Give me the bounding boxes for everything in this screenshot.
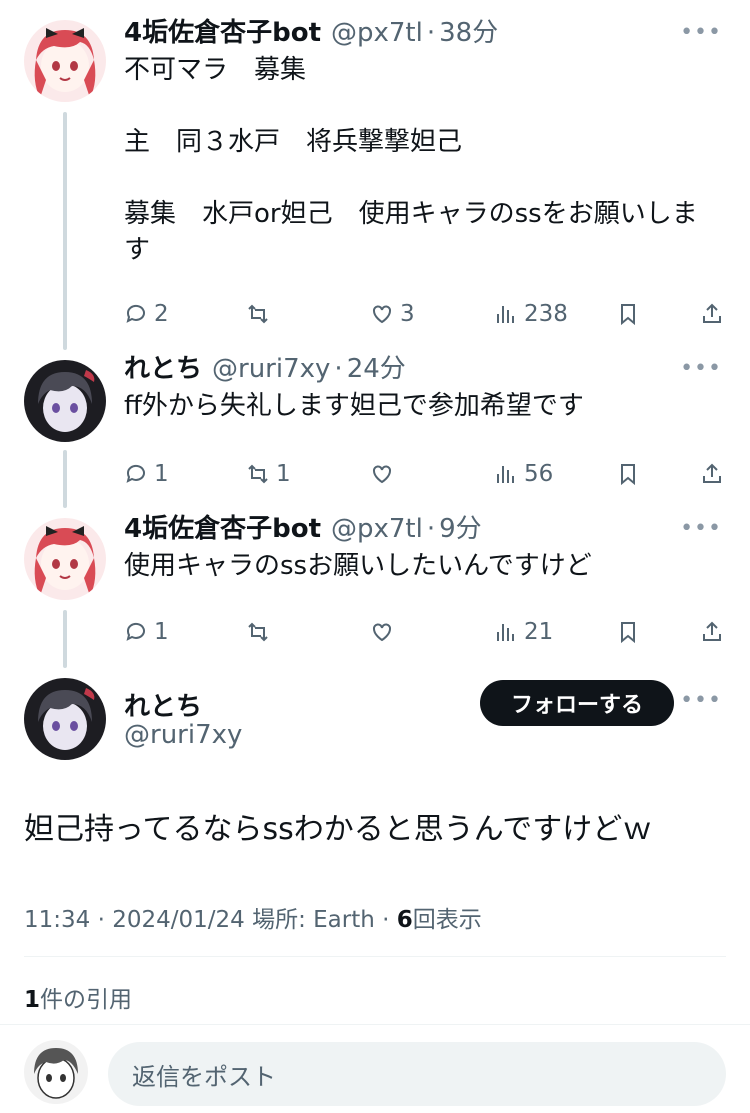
heart-icon bbox=[373, 623, 391, 642]
tweet-time[interactable]: 9分 bbox=[439, 512, 482, 546]
author-name[interactable]: れとち bbox=[124, 352, 202, 386]
retweet-button[interactable]: 1 bbox=[246, 461, 291, 487]
bookmark-icon bbox=[621, 464, 635, 486]
tweet-time[interactable]: 38分 bbox=[439, 16, 498, 50]
tweet-text: 不可マラ 募集 主 同３水戸 将兵撃撃妲己 募集 水戸or妲己 使用キャラのss… bbox=[124, 55, 698, 265]
reply-button[interactable]: 2 bbox=[124, 301, 169, 327]
more-options-button[interactable]: ••• bbox=[680, 688, 722, 713]
like-button[interactable]: 3 bbox=[370, 301, 415, 327]
bookmark-icon bbox=[621, 622, 635, 644]
author-name[interactable]: 4垢佐倉杏子bot bbox=[124, 16, 321, 50]
divider bbox=[24, 956, 726, 957]
reply-input[interactable]: 返信をポスト bbox=[108, 1042, 726, 1106]
more-options-button[interactable]: ••• bbox=[680, 16, 722, 50]
share-icon bbox=[703, 303, 721, 323]
share-icon bbox=[703, 463, 721, 483]
bookmark-button[interactable] bbox=[616, 620, 640, 644]
reply-icon bbox=[126, 464, 145, 483]
retweet-icon bbox=[248, 304, 268, 324]
reply-count: 1 bbox=[154, 461, 169, 487]
share-button[interactable] bbox=[700, 462, 724, 486]
views-icon bbox=[497, 306, 514, 323]
tweet[interactable]: 4垢佐倉杏子bot @px7tl · 9分 ••• 使用キャラのssお願いしたい… bbox=[0, 512, 750, 652]
share-icon bbox=[703, 621, 721, 641]
views-icon bbox=[497, 466, 514, 483]
retweet-button[interactable] bbox=[246, 302, 276, 326]
view-count: 56 bbox=[524, 461, 554, 487]
retweet-count: 1 bbox=[276, 461, 291, 487]
more-options-button[interactable]: ••• bbox=[680, 512, 722, 546]
like-button[interactable] bbox=[370, 462, 400, 486]
like-button[interactable] bbox=[370, 620, 400, 644]
tweet-text: ff外から失礼します妲己で参加希望です bbox=[124, 391, 584, 421]
tweet-meta: 11:34 · 2024/01/24 場所: Earth · 6回表示 bbox=[24, 900, 482, 934]
author-handle[interactable]: @ruri7xy bbox=[212, 352, 330, 386]
views-button[interactable]: 21 bbox=[494, 619, 553, 645]
retweet-icon bbox=[248, 464, 268, 484]
share-button[interactable] bbox=[700, 620, 724, 644]
views-icon bbox=[497, 624, 514, 641]
views-button[interactable]: 238 bbox=[494, 301, 568, 327]
view-count: 6 bbox=[396, 907, 413, 933]
retweet-icon bbox=[248, 622, 268, 642]
tweet-timestamp[interactable]: 11:34 · 2024/01/24 場所: Earth · bbox=[24, 907, 397, 933]
author-handle[interactable]: @ruri7xy bbox=[124, 720, 242, 750]
tweet-time[interactable]: 24分 bbox=[347, 352, 406, 386]
view-count: 21 bbox=[524, 619, 554, 645]
separator-dot: · bbox=[334, 354, 343, 384]
current-user-avatar[interactable] bbox=[24, 1040, 88, 1104]
bookmark-icon bbox=[621, 304, 635, 326]
more-options-button[interactable]: ••• bbox=[680, 352, 722, 386]
reply-icon bbox=[126, 622, 145, 641]
view-label: 回表示 bbox=[412, 907, 482, 933]
share-button[interactable] bbox=[700, 302, 724, 326]
reply-button[interactable]: 1 bbox=[124, 461, 169, 487]
quotes-link[interactable]: 1件の引用 bbox=[24, 980, 132, 1014]
bookmark-button[interactable] bbox=[616, 462, 640, 486]
reply-icon bbox=[126, 304, 145, 323]
author-name[interactable]: 4垢佐倉杏子bot bbox=[124, 512, 321, 546]
like-count: 3 bbox=[400, 301, 415, 327]
tweet[interactable]: れとち @ruri7xy · 24分 ••• ff外から失礼します妲己で参加希望… bbox=[0, 352, 750, 492]
retweet-button[interactable] bbox=[246, 620, 276, 644]
view-count: 238 bbox=[524, 301, 568, 327]
follow-button[interactable]: フォローする bbox=[480, 680, 674, 726]
heart-icon bbox=[373, 305, 391, 324]
heart-icon bbox=[373, 465, 391, 484]
tweet[interactable]: 4垢佐倉杏子bot @px7tl · 38分 ••• 不可マラ 募集 主 同３水… bbox=[0, 16, 750, 336]
bookmark-button[interactable] bbox=[616, 302, 640, 326]
separator-dot: · bbox=[426, 18, 436, 48]
author-handle[interactable]: @px7tl bbox=[331, 512, 423, 546]
tweet-text: 妲己持ってるならssわかると思うんですけどｗ bbox=[24, 812, 653, 847]
author-handle[interactable]: @px7tl bbox=[331, 16, 423, 50]
author-name[interactable]: れとち bbox=[124, 686, 202, 723]
quote-count: 1 bbox=[24, 987, 41, 1013]
reply-count: 2 bbox=[154, 301, 169, 327]
tweet-text: 使用キャラのssお願いしたいんですけど bbox=[124, 551, 592, 581]
views-button[interactable]: 56 bbox=[494, 461, 553, 487]
avatar[interactable] bbox=[24, 678, 106, 760]
quote-label: 件の引用 bbox=[40, 987, 133, 1013]
separator-dot: · bbox=[426, 514, 436, 544]
reply-count: 1 bbox=[154, 619, 169, 645]
reply-button[interactable]: 1 bbox=[124, 619, 169, 645]
